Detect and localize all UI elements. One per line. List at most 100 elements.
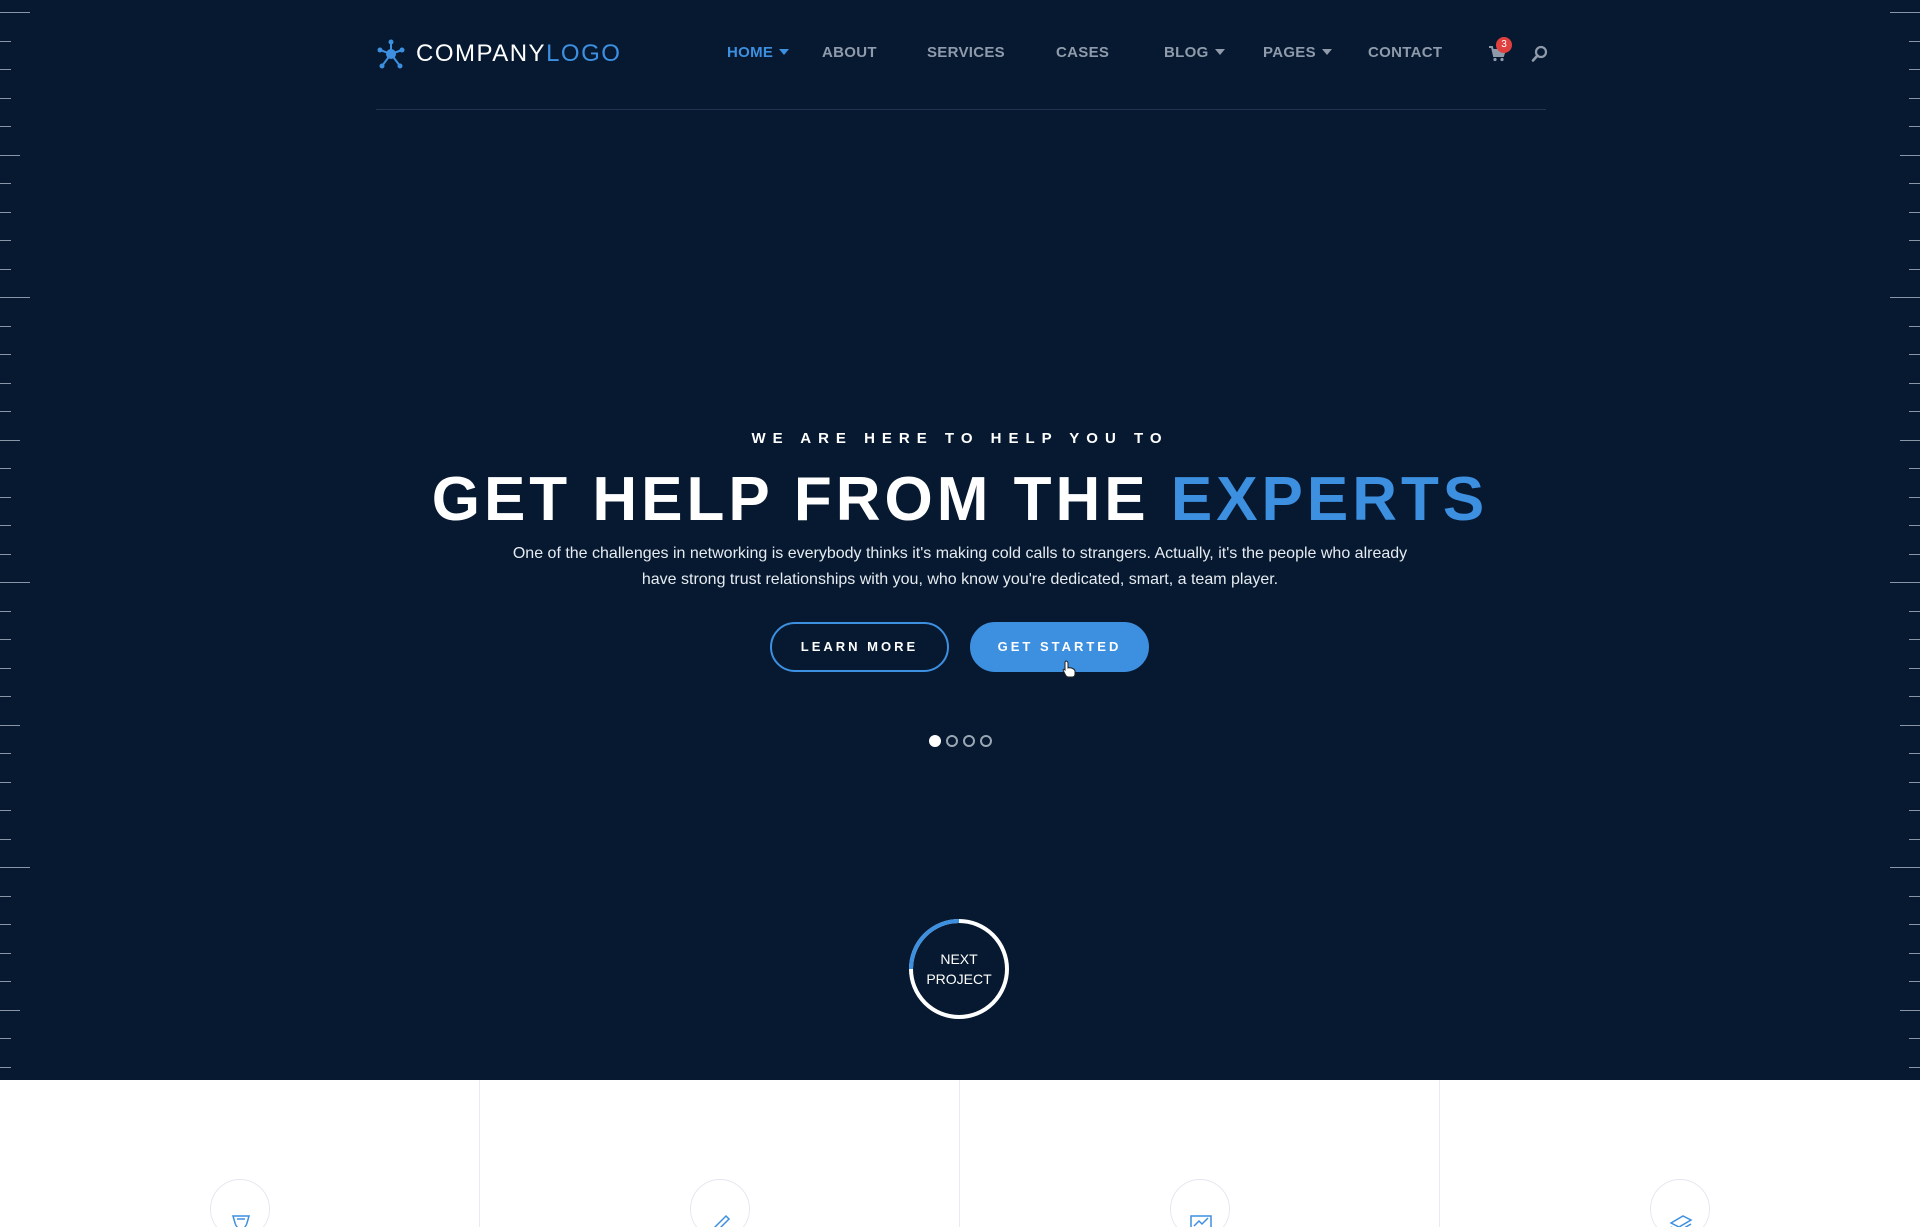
ruler-tick: [1909, 639, 1920, 640]
feature-column: [1440, 1080, 1920, 1227]
ruler-tick: [1900, 1009, 1920, 1011]
features-section: [0, 1080, 1920, 1227]
caret-down-icon: [1214, 49, 1225, 55]
ruler-tick: [1900, 724, 1920, 726]
ruler-tick: [0, 981, 11, 982]
ruler-tick: [0, 40, 11, 42]
nav-item-cases[interactable]: CASES: [1056, 44, 1109, 61]
slide-dot-4[interactable]: [980, 735, 992, 747]
ruler-tick: [1909, 97, 1920, 99]
next-project-button[interactable]: NEXT PROJECT: [908, 918, 1010, 1020]
ruler-tick: [0, 1009, 20, 1011]
ruler-tick: [0, 211, 11, 213]
ruler-tick: [1909, 553, 1920, 555]
ruler-tick: [0, 895, 11, 897]
slide-dot-3[interactable]: [963, 735, 975, 747]
feature-icon-circle: [1170, 1179, 1230, 1227]
nav-item-label: HOME: [727, 44, 774, 61]
hero-headline: GET HELP FROM THE EXPERTS: [0, 464, 1920, 535]
ruler-tick: [1909, 382, 1920, 384]
ruler-tick: [1909, 411, 1920, 412]
ruler-tick: [1909, 753, 1920, 754]
ruler-tick: [1909, 325, 1920, 327]
get-started-button[interactable]: GET STARTED: [970, 622, 1149, 672]
ruler-tick: [0, 268, 11, 270]
ruler-tick: [0, 838, 11, 840]
hero-eyebrow: WE ARE HERE TO HELP YOU TO: [751, 430, 1169, 447]
nav-item-label: BLOG: [1164, 44, 1209, 61]
slide-dot-1[interactable]: [929, 735, 941, 747]
slider-pagination: [929, 735, 992, 747]
ruler-tick: [1909, 183, 1920, 184]
nav-item-home[interactable]: HOME: [727, 44, 790, 61]
shield-icon: [232, 1215, 250, 1227]
ruler-tick: [0, 781, 11, 783]
ruler-tick: [1909, 1038, 1920, 1039]
ruler-tick: [0, 724, 20, 726]
ruler-tick: [0, 553, 11, 555]
nav-item-label: ABOUT: [822, 44, 877, 61]
ruler-tick: [0, 354, 11, 355]
ruler-tick: [1909, 268, 1920, 270]
ruler-tick: [1909, 838, 1920, 840]
ruler-tick: [1909, 40, 1920, 42]
chart-icon: [1190, 1215, 1212, 1227]
ruler-tick: [0, 126, 11, 127]
nav-item-contact[interactable]: CONTACT: [1368, 44, 1442, 61]
site-header: COMPANYLOGO HOME ABOUT SERVICES CASES BL…: [376, 0, 1549, 110]
ruler-tick: [1909, 952, 1920, 954]
ruler-tick: [0, 240, 11, 241]
headline-accent: EXPERTS: [1170, 465, 1489, 534]
ruler-tick: [1909, 69, 1920, 70]
nav-item-blog[interactable]: BLOG: [1164, 44, 1225, 61]
ruler-tick: [1909, 240, 1920, 241]
ruler-tick: [1909, 1066, 1920, 1068]
ruler-tick: [0, 1066, 11, 1068]
feature-icon-circle: [210, 1179, 270, 1227]
ruler-tick: [1890, 12, 1920, 13]
ruler-tick: [0, 69, 11, 70]
ruler-tick: [1909, 126, 1920, 127]
ruler-tick: [0, 667, 11, 669]
ruler-tick: [0, 952, 11, 954]
ruler-tick: [1909, 696, 1920, 697]
pencil-icon: [713, 1214, 731, 1227]
ruler-tick: [1909, 895, 1920, 897]
ruler-tick: [0, 154, 20, 156]
ruler-tick: [0, 639, 11, 640]
ruler-tick: [0, 610, 11, 612]
ruler-tick: [0, 1038, 11, 1039]
nav-item-label: PAGES: [1263, 44, 1316, 61]
ruler-tick: [1890, 867, 1920, 868]
nav-item-pages[interactable]: PAGES: [1263, 44, 1332, 61]
ruler-tick: [1909, 981, 1920, 982]
ruler-tick: [0, 924, 11, 925]
ruler-tick: [1890, 582, 1920, 583]
nav-item-label: CASES: [1056, 44, 1110, 61]
nav-item-label: SERVICES: [927, 44, 1005, 61]
ruler-tick: [0, 97, 11, 99]
nav-item-services[interactable]: SERVICES: [927, 44, 1005, 61]
ruler-tick: [1909, 810, 1920, 811]
cart-count-badge: 3: [1496, 37, 1512, 53]
next-project-label: NEXT PROJECT: [908, 949, 1010, 989]
ruler-tick: [1909, 610, 1920, 612]
ruler-tick: [1909, 924, 1920, 925]
ruler-tick: [1890, 297, 1920, 298]
hero-section: COMPANYLOGO HOME ABOUT SERVICES CASES BL…: [0, 0, 1920, 1080]
ruler-tick: [0, 753, 11, 754]
ruler-tick: [0, 382, 11, 384]
slide-dot-2[interactable]: [946, 735, 958, 747]
hero-lead: One of the challenges in networking is e…: [512, 545, 1408, 588]
caret-down-icon: [1321, 49, 1332, 55]
nav-item-about[interactable]: ABOUT: [822, 44, 877, 61]
ruler-tick: [0, 183, 11, 184]
feature-column: [0, 1080, 480, 1227]
ruler-tick: [1909, 781, 1920, 783]
learn-more-button[interactable]: LEARN MORE: [770, 622, 949, 672]
ruler-tick: [0, 325, 11, 327]
ruler-tick: [0, 411, 11, 412]
next-label-line1: NEXT: [940, 951, 978, 967]
search-icon[interactable]: [1531, 45, 1549, 63]
ruler-tick: [0, 696, 11, 697]
